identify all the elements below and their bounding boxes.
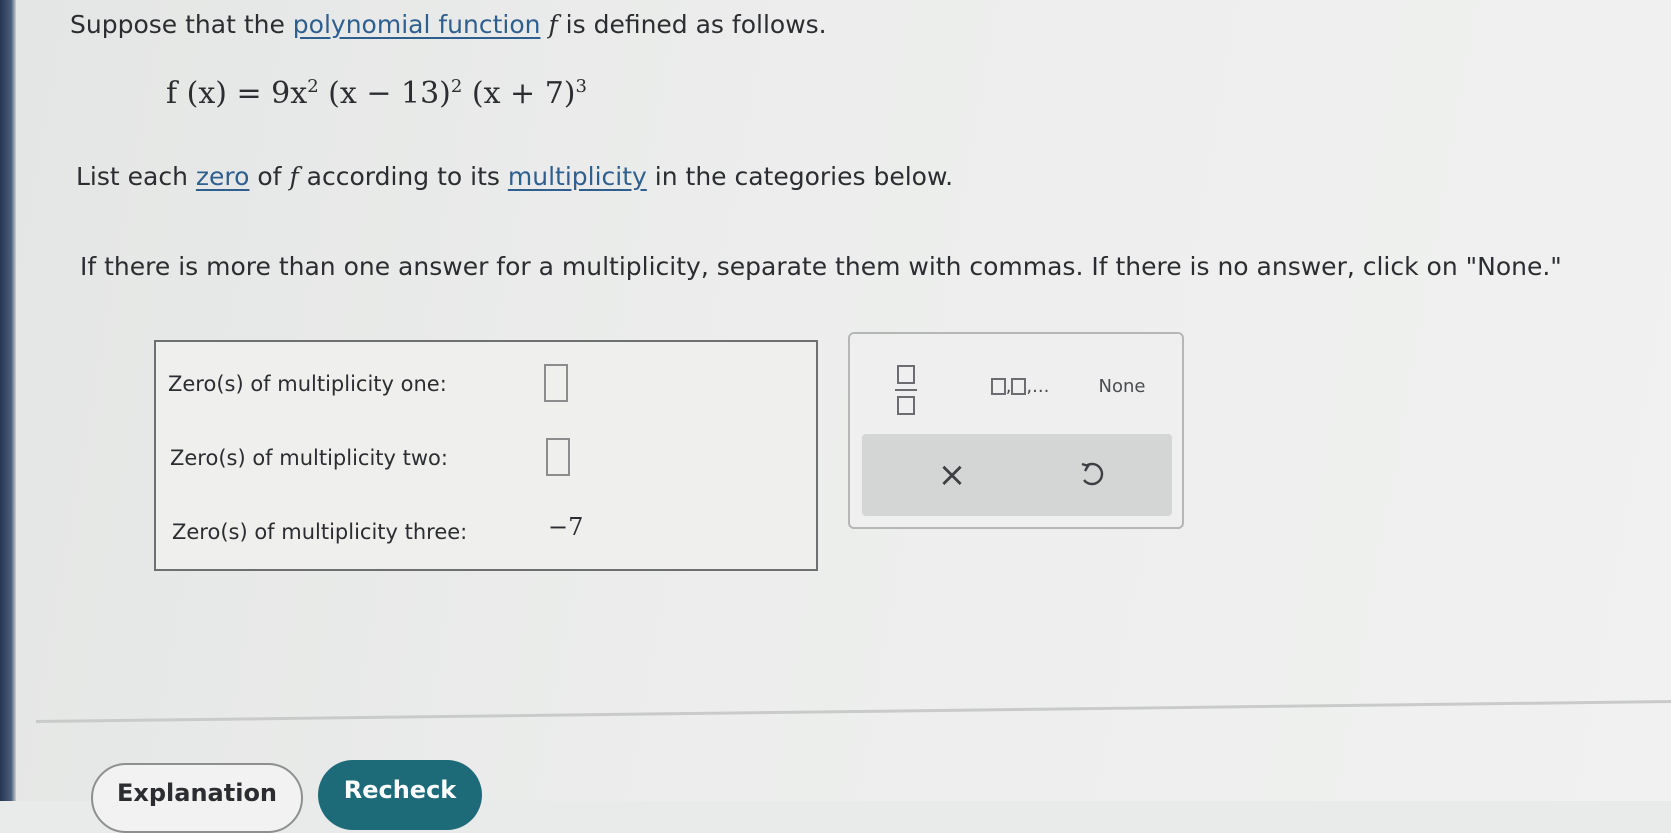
- answer-keypad: ,,... None ×: [848, 332, 1184, 529]
- row1-label: Zero(s) of multiplicity one:: [168, 372, 447, 396]
- multiplicity-three-value[interactable]: −7: [548, 513, 583, 541]
- fraction-bar-icon: [895, 389, 917, 391]
- footer-divider: [35, 699, 1671, 723]
- multiplicity-link[interactable]: multiplicity: [508, 162, 647, 191]
- row2-label: Zero(s) of multiplicity two:: [170, 446, 448, 470]
- fraction-button[interactable]: [886, 360, 926, 420]
- intro-text: Suppose that the: [70, 10, 285, 39]
- action-bar: ×: [862, 434, 1172, 516]
- exponent-3: 3: [575, 76, 587, 97]
- numerator-box-icon: [897, 365, 915, 384]
- instruction-line: List each zero of f according to its mul…: [76, 162, 953, 191]
- instruction-text-end: in the categories below.: [654, 162, 954, 191]
- intro-line: Suppose that the polynomial function f i…: [70, 10, 827, 39]
- row3-label: Zero(s) of multiplicity three:: [172, 520, 468, 544]
- instruction-variable: f: [289, 162, 299, 191]
- none-button[interactable]: None: [1082, 368, 1162, 404]
- undo-icon: [1081, 462, 1104, 486]
- recheck-button[interactable]: Recheck: [318, 760, 482, 830]
- function-variable: f: [548, 10, 558, 39]
- instruction-note: If there is more than one answer for a m…: [80, 252, 1562, 281]
- question-screen: Suppose that the polynomial function f i…: [16, 0, 1671, 833]
- monitor-bezel: [0, 0, 16, 801]
- answer-panel: Zero(s) of multiplicity one: Zero(s) of …: [154, 340, 818, 571]
- multiplicity-one-input[interactable]: [544, 364, 568, 402]
- instruction-text: List each: [76, 162, 188, 191]
- formula-factor-3: (x + 7): [462, 76, 576, 111]
- formula-factor-2: (x − 13): [318, 76, 451, 111]
- undo-button[interactable]: [1062, 450, 1122, 500]
- list-box-icon: [990, 377, 1006, 395]
- clear-button[interactable]: ×: [922, 450, 982, 500]
- polynomial-function-link[interactable]: polynomial function: [293, 10, 541, 39]
- formula-lhs: f (x) = 9x: [166, 76, 308, 111]
- polynomial-formula: f (x) = 9x2 (x − 13)2 (x + 7)3: [166, 76, 587, 111]
- zero-link[interactable]: zero: [196, 162, 250, 191]
- explanation-button[interactable]: Explanation: [91, 763, 303, 833]
- instruction-text-of: of: [257, 162, 282, 191]
- instruction-text-mid: according to its: [306, 162, 500, 191]
- exponent-1: 2: [307, 76, 319, 97]
- exponent-2: 2: [450, 76, 463, 97]
- list-button[interactable]: ,,...: [980, 368, 1060, 404]
- intro-text-end: is defined as follows.: [565, 10, 827, 39]
- multiplicity-two-input[interactable]: [546, 438, 570, 476]
- list-box-icon-2: [1011, 377, 1027, 395]
- list-ellipsis: ,...: [1026, 375, 1050, 397]
- denominator-box-icon: [897, 396, 915, 415]
